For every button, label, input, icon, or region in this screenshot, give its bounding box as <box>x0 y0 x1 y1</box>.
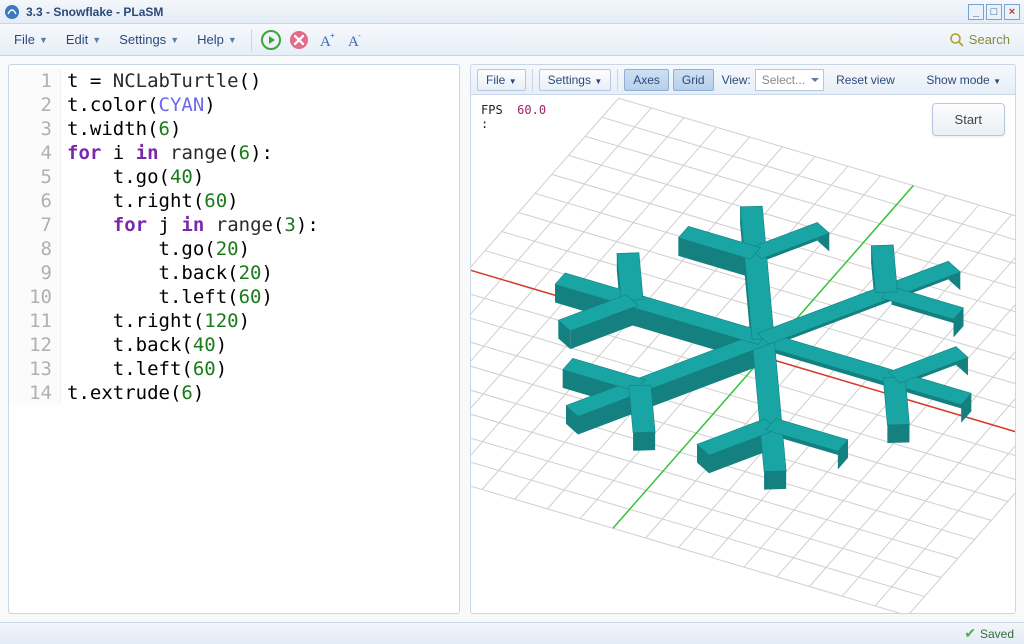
viewer-menu-settings[interactable]: Settings ▼ <box>539 69 612 91</box>
viewer-reset-view[interactable]: Reset view <box>828 70 903 90</box>
code-editor[interactable]: 1t = NCLabTurtle()2t.color(CYAN)3t.width… <box>8 64 460 614</box>
search-icon <box>949 32 965 48</box>
stop-icon[interactable] <box>288 29 310 51</box>
window-title: 3.3 - Snowflake - PLaSM <box>26 5 163 19</box>
viewer-view-label: View: <box>722 73 751 87</box>
menu-edit[interactable]: Edit▼ <box>58 28 109 51</box>
menu-bar: File▼ Edit▼ Settings▼ Help▼ A+ A- Search <box>0 24 1024 56</box>
code-line[interactable]: 12 t.back(40) <box>9 333 459 357</box>
search-button[interactable]: Search <box>949 32 1018 48</box>
viewer-pane: File ▼ Settings ▼ Axes Grid View: Select… <box>470 64 1016 614</box>
scene-svg <box>471 95 1015 613</box>
code-line[interactable]: 5 t.go(40) <box>9 165 459 189</box>
status-bar: ✔ Saved <box>0 622 1024 644</box>
svg-text:+: + <box>330 31 335 40</box>
workspace: 1t = NCLabTurtle()2t.color(CYAN)3t.width… <box>0 56 1024 622</box>
status-saved: Saved <box>980 627 1014 641</box>
viewer-view-select[interactable]: Select... <box>755 69 824 91</box>
check-icon: ✔ <box>964 625 976 642</box>
code-line[interactable]: 2t.color(CYAN) <box>9 93 459 117</box>
code-line[interactable]: 7 for j in range(3): <box>9 213 459 237</box>
close-button[interactable]: × <box>1004 4 1020 20</box>
code-line[interactable]: 13 t.left(60) <box>9 357 459 381</box>
code-line[interactable]: 9 t.back(20) <box>9 261 459 285</box>
svg-text:-: - <box>358 31 361 40</box>
viewer-canvas[interactable]: FPS 60.0: Start <box>471 95 1015 613</box>
title-bar: 3.3 - Snowflake - PLaSM _ □ × <box>0 0 1024 24</box>
code-line[interactable]: 8 t.go(20) <box>9 237 459 261</box>
menu-settings[interactable]: Settings▼ <box>111 28 187 51</box>
code-line[interactable]: 11 t.right(120) <box>9 309 459 333</box>
menu-file[interactable]: File▼ <box>6 28 56 51</box>
run-icon[interactable] <box>260 29 282 51</box>
code-line[interactable]: 1t = NCLabTurtle() <box>9 69 459 93</box>
code-line[interactable]: 4for i in range(6): <box>9 141 459 165</box>
viewer-menu-file[interactable]: File ▼ <box>477 69 526 91</box>
font-decrease-icon[interactable]: A- <box>344 29 366 51</box>
app-icon <box>4 4 20 20</box>
viewer-show-mode[interactable]: Show mode ▼ <box>918 70 1009 90</box>
viewer-toggle-axes[interactable]: Axes <box>624 69 669 91</box>
code-line[interactable]: 6 t.right(60) <box>9 189 459 213</box>
code-line[interactable]: 3t.width(6) <box>9 117 459 141</box>
code-line[interactable]: 10 t.left(60) <box>9 285 459 309</box>
menu-help[interactable]: Help▼ <box>189 28 245 51</box>
font-increase-icon[interactable]: A+ <box>316 29 338 51</box>
minimize-button[interactable]: _ <box>968 4 984 20</box>
viewer-toggle-grid[interactable]: Grid <box>673 69 714 91</box>
viewer-toolbar: File ▼ Settings ▼ Axes Grid View: Select… <box>471 65 1015 95</box>
code-line[interactable]: 14t.extrude(6) <box>9 381 459 405</box>
maximize-button[interactable]: □ <box>986 4 1002 20</box>
